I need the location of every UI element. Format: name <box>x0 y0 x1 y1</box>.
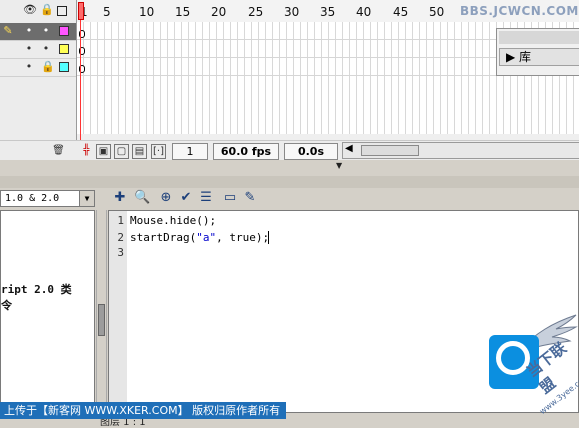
code-text: , true); <box>216 231 270 244</box>
lock-icon[interactable]: 🔒 <box>40 4 54 16</box>
frame-number: 25 <box>248 5 264 19</box>
library-title: 库 <box>519 50 532 64</box>
trash-icon[interactable]: 🗑 <box>52 144 65 157</box>
version-select-value: 1.0 & 2.0 <box>5 193 60 204</box>
frame-number: 15 <box>175 5 191 19</box>
modify-onion-markers-icon[interactable]: [·] <box>151 144 166 159</box>
visibility-dot[interactable]: • <box>24 43 34 54</box>
layer-color-swatch[interactable] <box>59 26 69 36</box>
script-toolbar: ✚ 🔍 ⊕ ✔ ☰ ▭ ✎ <box>108 188 579 210</box>
actions-toolbox[interactable]: ript 2.0 类 令 <box>0 210 95 413</box>
auto-format-icon[interactable]: ☰ <box>198 190 214 206</box>
toolbox-item[interactable]: 令 <box>1 297 12 313</box>
pencil-icon: ✎ <box>3 24 13 37</box>
code-line[interactable]: Mouse.hide(); <box>130 214 216 227</box>
collapse-arrow-icon[interactable]: ▼ <box>336 161 342 170</box>
line-number: 1 <box>117 214 124 227</box>
visibility-dot[interactable]: • <box>24 61 34 72</box>
center-frame-icon[interactable]: ╬ <box>80 144 93 157</box>
line-number: 3 <box>117 246 124 259</box>
eye-icon[interactable]: 👁 <box>23 4 37 16</box>
library-panel-header[interactable]: ▶ 库 <box>499 48 579 66</box>
add-statement-icon[interactable]: ✚ <box>112 190 128 206</box>
playhead[interactable] <box>78 0 84 150</box>
frame-number: 40 <box>356 5 372 19</box>
line-number: 2 <box>117 231 124 244</box>
frame-number: 20 <box>211 5 227 19</box>
frame-number: 50 <box>429 5 445 19</box>
edit-multiple-frames-icon[interactable]: ▤ <box>132 144 147 159</box>
dropdown-arrow-icon[interactable]: ▼ <box>79 191 94 206</box>
code-text: startDrag( <box>130 231 197 244</box>
layer-column: 👁 🔒 ✎ • • • • • 🔒 <box>0 0 77 160</box>
frame-rate-field[interactable]: 60.0 fps <box>213 143 279 160</box>
site-logo: 当下联盟 www.3yee.com <box>486 303 579 423</box>
expand-arrow-icon: ▶ <box>506 50 520 64</box>
code-hint-icon[interactable]: ▭ <box>222 190 238 206</box>
code-line[interactable]: startDrag("a", true); <box>130 231 269 244</box>
toolbox-splitter[interactable] <box>96 210 107 413</box>
timeline-panel: 👁 🔒 ✎ • • • • • 🔒 1 5 10 15 20 25 30 35 … <box>0 0 579 161</box>
splitter-grip[interactable] <box>98 304 105 336</box>
layer-color-swatch[interactable] <box>59 44 69 54</box>
frame-number: 35 <box>320 5 336 19</box>
layer-row-3[interactable]: • 🔒 <box>0 59 76 77</box>
lock-dot[interactable]: • <box>41 25 51 36</box>
layer-row-1[interactable]: ✎ • • <box>0 23 76 41</box>
lock-dot[interactable]: • <box>41 43 51 54</box>
playhead-handle[interactable] <box>78 2 84 20</box>
outline-icon[interactable] <box>57 6 67 16</box>
onion-outlines-icon[interactable]: ▢ <box>114 144 129 159</box>
frame-number: 10 <box>139 5 155 19</box>
actionscript-version-select[interactable]: 1.0 & 2.0 ▼ <box>0 190 95 207</box>
upload-banner: 上传于【新客网 WWW.XKER.COM】 版权归原作者所有 <box>0 402 286 419</box>
panel-titlebar[interactable] <box>499 31 579 44</box>
library-panel: ▶ 库 <box>496 28 579 76</box>
find-icon[interactable]: 🔍 <box>134 190 150 206</box>
onion-skin-icon[interactable]: ▣ <box>96 144 111 159</box>
target-path-icon[interactable]: ⊕ <box>158 190 174 206</box>
timeline-scrollbar[interactable]: ◀ <box>342 142 579 159</box>
scroll-left-arrow-icon[interactable]: ◀ <box>345 143 353 154</box>
frame-number: 45 <box>393 5 409 19</box>
frame-number: 30 <box>284 5 300 19</box>
toolbox-item[interactable]: ript 2.0 类 <box>1 281 72 297</box>
watermark-text: BBS.JCWCN.COM <box>460 4 579 18</box>
visibility-dot[interactable]: • <box>24 25 34 36</box>
actions-titlebar[interactable] <box>0 176 579 188</box>
current-frame-field: 1 <box>172 143 208 160</box>
frame-number: 5 <box>103 5 111 19</box>
elapsed-time-field: 0.0s <box>284 143 338 160</box>
debug-options-icon[interactable]: ✎ <box>242 190 258 206</box>
check-syntax-icon[interactable]: ✔ <box>178 190 194 206</box>
lock-icon[interactable]: 🔒 <box>41 61 55 72</box>
layer-row-2[interactable]: • • <box>0 41 76 59</box>
code-string: "a" <box>196 231 217 244</box>
text-caret <box>268 231 269 244</box>
scroll-thumb[interactable] <box>361 145 419 156</box>
playhead-line <box>80 20 81 150</box>
layer-color-swatch[interactable] <box>59 62 69 72</box>
